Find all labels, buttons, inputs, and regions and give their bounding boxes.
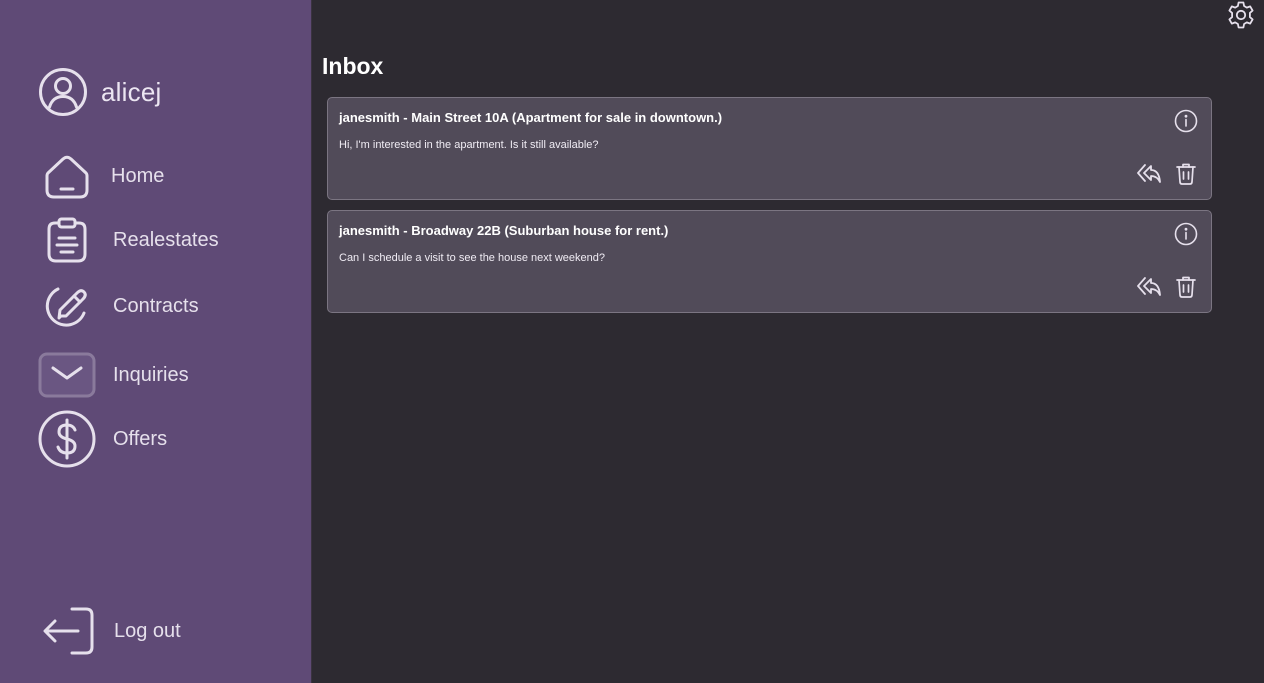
app-window: alicej Home Realestates Contracts Inquir… xyxy=(0,0,1264,683)
sidebar-item-label: Home xyxy=(111,164,165,187)
reply-icon[interactable] xyxy=(1136,275,1162,299)
logout-button[interactable]: Log out xyxy=(38,606,181,656)
clipboard-icon xyxy=(36,209,98,271)
trash-icon[interactable] xyxy=(1175,275,1197,299)
username: alicej xyxy=(101,76,162,107)
sidebar-item-inquiries[interactable]: Inquiries xyxy=(36,344,189,406)
sidebar-item-home[interactable]: Home xyxy=(36,145,164,207)
inquiry-title: janesmith - Broadway 22B (Suburban house… xyxy=(339,223,669,238)
info-icon[interactable] xyxy=(1174,222,1198,246)
logout-icon xyxy=(43,607,94,655)
user-circle-icon xyxy=(39,68,87,116)
gear-icon[interactable] xyxy=(1226,0,1256,30)
sidebar-item-label: Realestates xyxy=(113,228,219,251)
sidebar-item-label: Contracts xyxy=(113,294,199,317)
home-icon xyxy=(36,145,98,207)
mail-icon xyxy=(36,344,98,406)
info-icon[interactable] xyxy=(1174,109,1198,133)
inquiry-card[interactable]: janesmith - Broadway 22B (Suburban house… xyxy=(327,210,1212,313)
page-title: Inbox xyxy=(322,53,384,79)
inquiry-message: Hi, I'm interested in the apartment. Is … xyxy=(339,139,599,151)
dollar-circle-icon xyxy=(36,408,98,470)
sidebar-item-realestates[interactable]: Realestates xyxy=(36,209,219,271)
pen-circle-icon xyxy=(36,275,98,337)
logout-label: Log out xyxy=(114,619,181,642)
sidebar: alicej Home Realestates Contracts Inquir… xyxy=(0,0,312,683)
sidebar-item-label: Inquiries xyxy=(113,363,189,386)
sidebar-item-contracts[interactable]: Contracts xyxy=(36,275,199,337)
trash-icon[interactable] xyxy=(1175,162,1197,186)
inquiry-message: Can I schedule a visit to see the house … xyxy=(339,252,606,264)
sidebar-item-offers[interactable]: Offers xyxy=(36,408,167,470)
inquiry-card[interactable]: janesmith - Main Street 10A (Apartment f… xyxy=(327,97,1212,200)
reply-icon[interactable] xyxy=(1136,162,1162,186)
inquiry-title: janesmith - Main Street 10A (Apartment f… xyxy=(339,110,723,125)
user-profile[interactable]: alicej xyxy=(38,67,161,117)
sidebar-item-label: Offers xyxy=(113,427,168,450)
